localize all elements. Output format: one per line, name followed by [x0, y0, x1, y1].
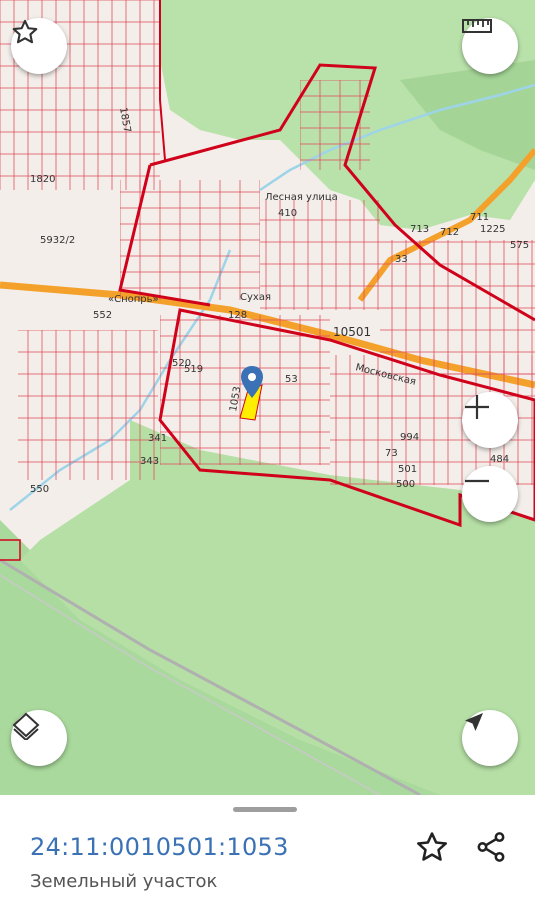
- lot-label-994: 994: [400, 432, 419, 443]
- lot-label-552: 552: [93, 310, 112, 321]
- parcels-west: [18, 330, 158, 480]
- lot-label-33: 33: [395, 254, 408, 265]
- lot-label-712: 712: [440, 227, 459, 238]
- favorite-map-button[interactable]: [11, 18, 67, 74]
- street-label-lesnaya: Лесная улица: [265, 192, 338, 203]
- zoom-in-button[interactable]: [462, 392, 518, 448]
- lot-label-410: 410: [278, 208, 297, 219]
- bottom-sheet[interactable]: 24:11:0010501:1053 Земельный участок: [0, 795, 535, 899]
- map-view[interactable]: Сухая «Снопрь» Московская Лесная улица 1…: [0, 0, 535, 795]
- lot-label-73: 73: [385, 448, 398, 459]
- lot-label-1225: 1225: [480, 224, 505, 235]
- star-outline-icon: [416, 832, 448, 861]
- lot-label-128: 128: [228, 310, 247, 321]
- parcels-center: [160, 315, 330, 465]
- ruler-icon: [462, 19, 492, 33]
- lot-label-53: 53: [285, 374, 298, 385]
- lot-label-5932: 5932/2: [40, 235, 75, 246]
- lot-label-343: 343: [140, 456, 159, 467]
- lot-label-575: 575: [510, 240, 529, 251]
- lot-label-500: 500: [396, 479, 415, 490]
- street-label-snopr: «Снопрь»: [108, 294, 159, 305]
- plus-icon: [465, 395, 489, 419]
- map-canvas[interactable]: Сухая «Снопрь» Московская Лесная улица 1…: [0, 0, 535, 795]
- locate-button[interactable]: [462, 710, 518, 766]
- zoom-out-button[interactable]: [462, 466, 518, 522]
- share-button[interactable]: [473, 829, 509, 865]
- lot-label-501: 501: [398, 464, 417, 475]
- star-outline-icon: [12, 19, 38, 44]
- layers-icon: [12, 712, 40, 740]
- drag-handle[interactable]: [233, 807, 297, 812]
- object-type: Земельный участок: [30, 871, 218, 892]
- parcels-northeast: [300, 80, 370, 170]
- minus-icon: [465, 479, 489, 483]
- cadastral-number: 24:11:0010501:1053: [30, 833, 289, 861]
- ruler-button[interactable]: [462, 18, 518, 74]
- layers-button[interactable]: [11, 710, 67, 766]
- street-label-sukhaya: Сухая: [240, 292, 271, 303]
- favorite-button[interactable]: [414, 829, 450, 865]
- quarter-label: 10501: [333, 325, 371, 339]
- lot-label-484: 484: [490, 454, 509, 465]
- navigation-arrow-icon: [465, 713, 483, 731]
- share-icon: [477, 832, 505, 862]
- lot-label-713: 713: [410, 224, 429, 235]
- lot-label-1820: 1820: [30, 174, 55, 185]
- lot-label-519: 519: [184, 364, 203, 375]
- lot-label-550: 550: [30, 484, 49, 495]
- lot-label-341: 341: [148, 433, 167, 444]
- lot-label-711: 711: [470, 212, 489, 223]
